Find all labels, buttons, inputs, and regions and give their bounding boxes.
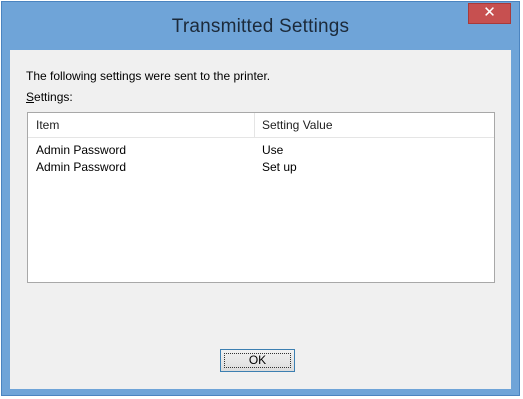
list-item[interactable]: Admin Password Set up bbox=[28, 159, 494, 175]
column-header-setting-value[interactable]: Setting Value bbox=[262, 113, 462, 137]
settings-list[interactable]: Item Setting Value Admin Password Use Ad… bbox=[27, 112, 495, 283]
list-item-name: Admin Password bbox=[36, 143, 127, 157]
focus-indicator bbox=[224, 353, 291, 368]
ok-button[interactable]: OK bbox=[220, 349, 295, 372]
list-item-name: Admin Password bbox=[36, 160, 127, 174]
settings-label: Settings: bbox=[26, 90, 73, 104]
settings-label-text: ettings: bbox=[34, 90, 73, 104]
list-item-value: Set up bbox=[262, 160, 297, 174]
column-divider[interactable] bbox=[254, 113, 255, 137]
close-button[interactable]: ✕ bbox=[468, 3, 511, 24]
close-icon: ✕ bbox=[483, 4, 496, 21]
dialog-body: The following settings were sent to the … bbox=[10, 50, 511, 389]
info-message: The following settings were sent to the … bbox=[26, 69, 271, 83]
title-bar[interactable]: Transmitted Settings ✕ bbox=[2, 2, 519, 50]
list-header: Item Setting Value bbox=[28, 113, 494, 138]
window-title: Transmitted Settings bbox=[171, 16, 350, 37]
list-item[interactable]: Admin Password Use bbox=[28, 142, 494, 158]
column-header-item[interactable]: Item bbox=[36, 113, 256, 137]
settings-label-accelerator: S bbox=[26, 90, 35, 104]
dialog-window: Transmitted Settings ✕ The following set… bbox=[1, 1, 520, 396]
list-item-value: Use bbox=[262, 143, 284, 157]
